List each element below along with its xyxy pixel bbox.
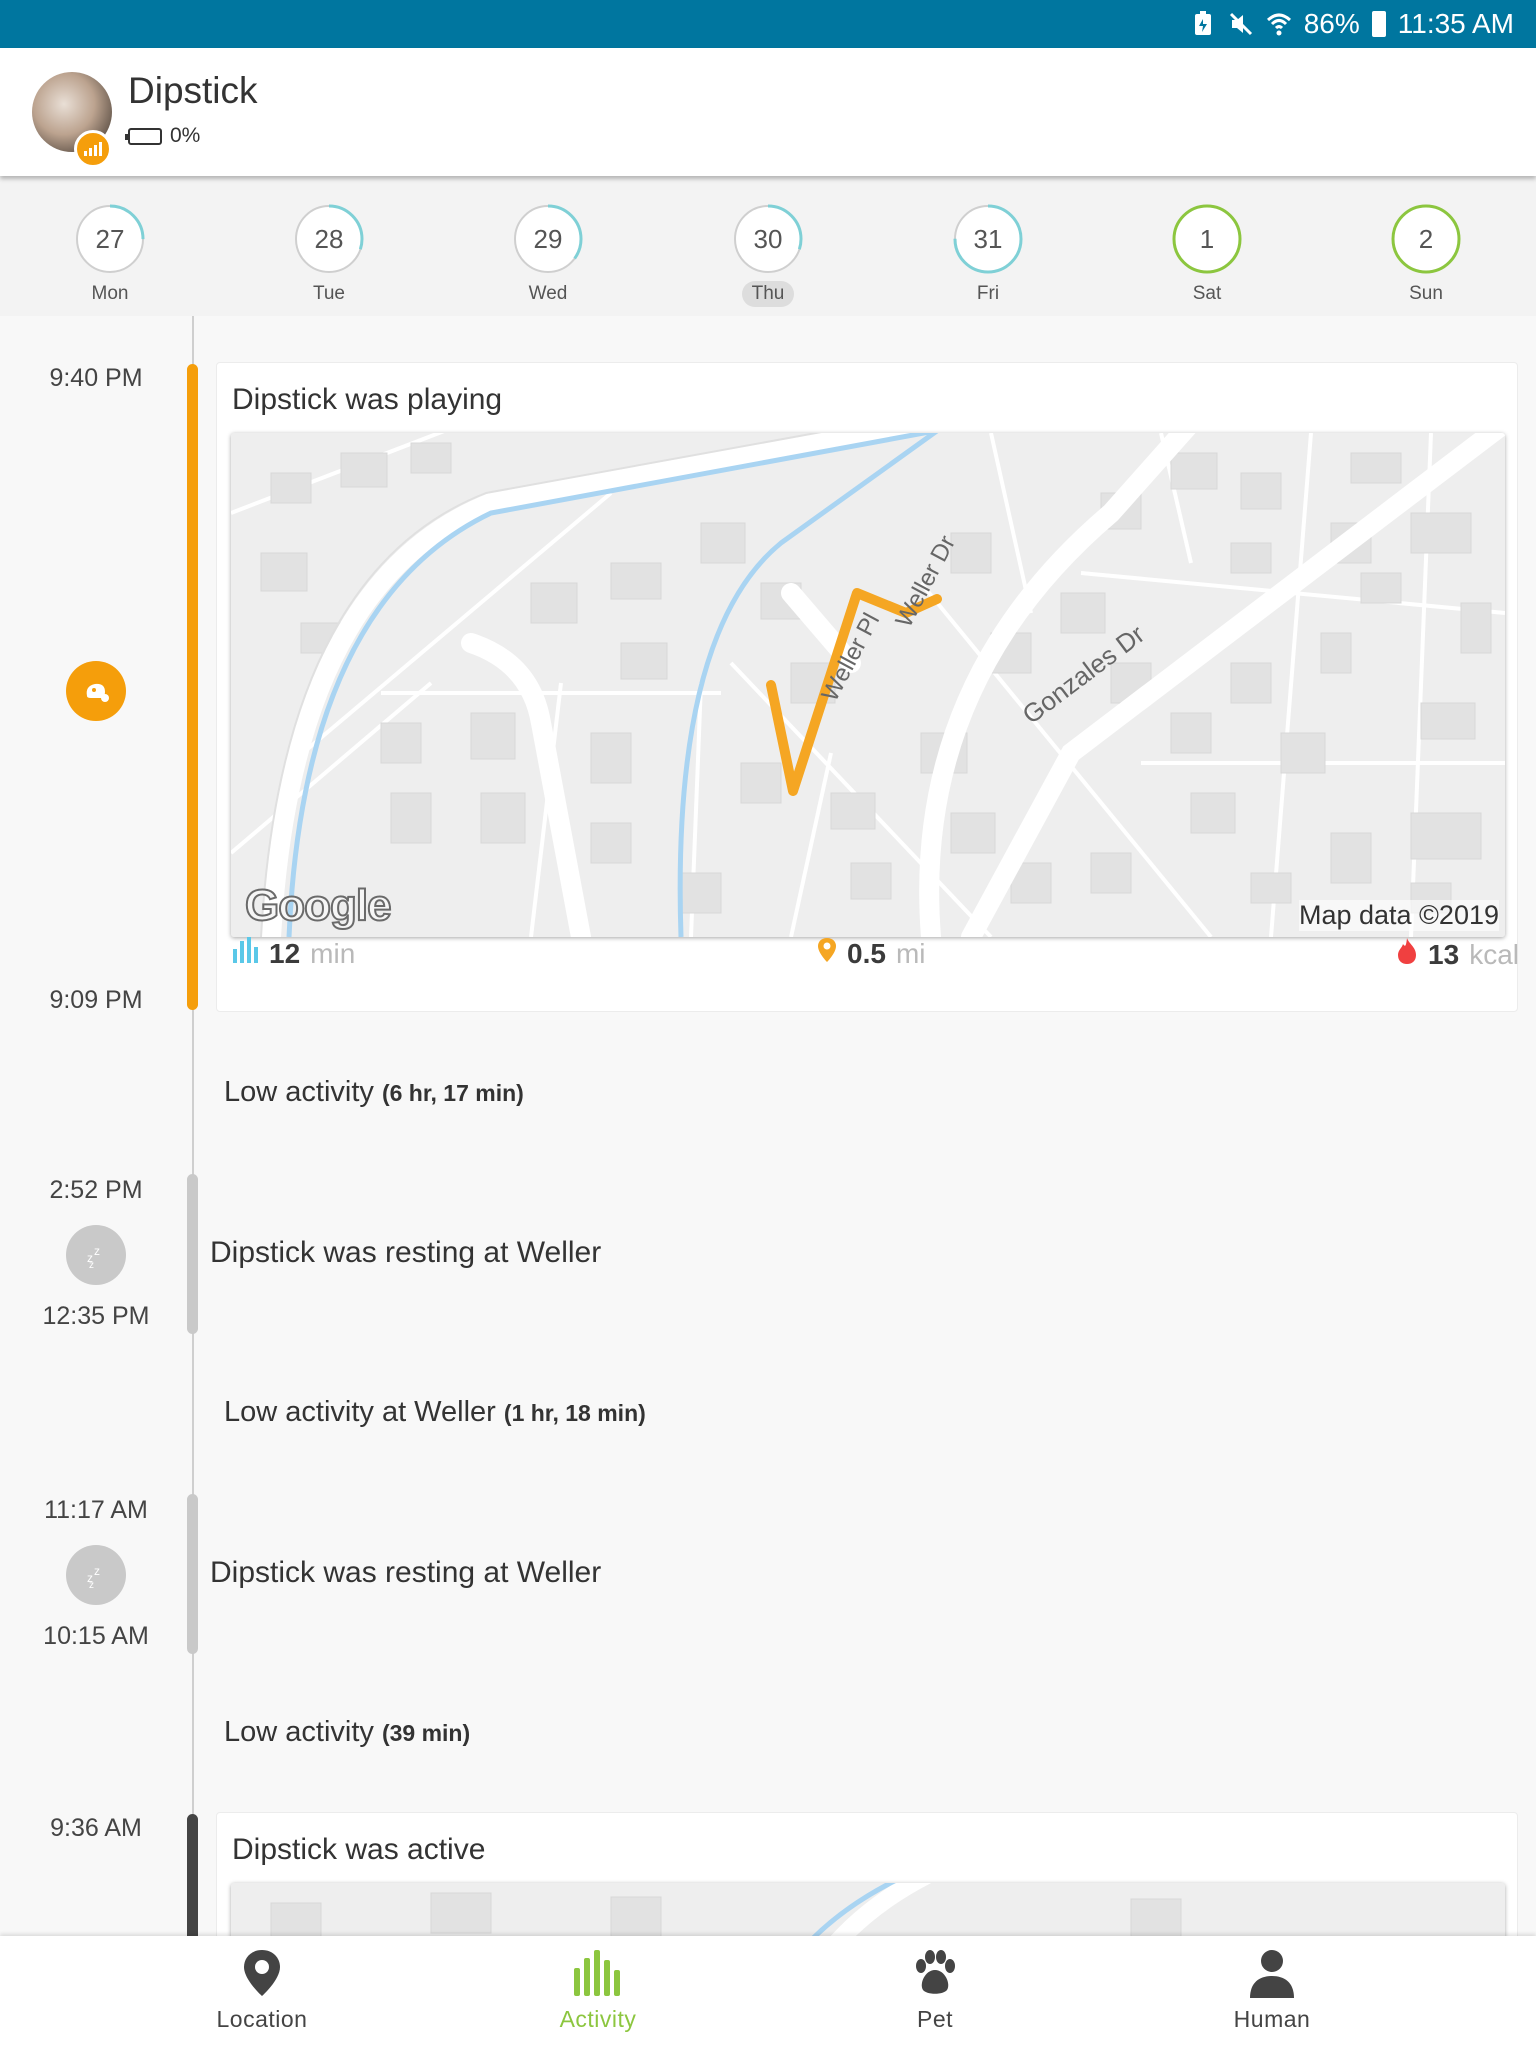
event-title: Dipstick was active [232, 1833, 486, 1866]
event-end-time: 12:35 PM [42, 1302, 150, 1330]
low-activity-label: Low activity at Weller [224, 1396, 496, 1428]
day-progress-ring: 27 [74, 203, 146, 275]
event-title: Dipstick was playing [232, 383, 503, 416]
calories-stat: 13 kcal [1396, 937, 1519, 972]
flame-icon [1396, 937, 1418, 972]
location-pin-icon [817, 937, 837, 970]
wifi-icon [1266, 11, 1292, 37]
duration-unit: min [310, 937, 356, 969]
distance-stat: 0.5 mi [817, 937, 925, 970]
resting-event-title[interactable]: Dipstick was resting at Weller [210, 1556, 601, 1590]
event-end-time: 10:15 AM [43, 1622, 149, 1650]
day-progress-ring: 28 [293, 203, 365, 275]
status-bar: 86% 11:35 AM [0, 0, 1536, 48]
tracker-battery: 0% [125, 124, 201, 148]
duration-value: 12 [269, 937, 301, 969]
svg-text:z: z [89, 1580, 94, 1590]
day-label: Sun [1409, 283, 1443, 304]
low-activity-item[interactable]: Low activity at Weller (1 hr, 18 min) [224, 1396, 646, 1429]
nav-location[interactable]: Location [162, 1946, 362, 2033]
low-activity-item[interactable]: Low activity (6 hr, 17 min) [224, 1076, 524, 1109]
nav-label: Location [216, 2006, 308, 2032]
event-end-time: 9:09 PM [49, 986, 143, 1014]
day-thu[interactable]: 30 Thu [708, 203, 828, 307]
active-card[interactable]: Dipstick was active [216, 1812, 1518, 1936]
day-progress-ring: 1 [1171, 203, 1243, 275]
day-sun[interactable]: 2 Sun [1366, 203, 1486, 307]
pet-header[interactable]: Dipstick 0% [0, 48, 1536, 176]
day-label: Tue [312, 283, 346, 304]
resting-event-title[interactable]: Dipstick was resting at Weller [210, 1236, 601, 1270]
nav-pet[interactable]: Pet [835, 1946, 1035, 2033]
day-tue[interactable]: 28 Tue [269, 203, 389, 307]
low-activity-label: Low activity [224, 1076, 374, 1108]
bottom-nav: Location Activity Pet Human [0, 1936, 1536, 2048]
tracker-battery-percent: 0% [170, 124, 201, 147]
battery-icon [1371, 11, 1386, 37]
activity-stats: 12 min 0.5 mi 13 kcal [217, 937, 1519, 981]
day-wed[interactable]: 29 Wed [488, 203, 608, 307]
low-activity-duration: (6 hr, 17 min) [381, 1080, 524, 1106]
calories-unit: kcal [1469, 938, 1519, 970]
route-map[interactable]: Weller Pl Weller Dr Gonzales Dr Google M… [231, 433, 1505, 937]
nav-human[interactable]: Human [1172, 1946, 1372, 2033]
activity-timeline[interactable]: 9:40 PM 9:09 PM Dipstick was playing Wel… [0, 316, 1536, 1936]
person-icon [1172, 1946, 1372, 2000]
route-map-preview[interactable] [231, 1883, 1505, 1936]
day-progress-ring: 31 [952, 203, 1024, 275]
calories-value: 13 [1428, 938, 1460, 970]
map-credit: Map data ©2019 [1298, 900, 1499, 931]
paw-icon [835, 1946, 1035, 2000]
signal-badge-icon [74, 130, 112, 168]
distance-value: 0.5 [847, 937, 886, 969]
playing-card[interactable]: Dipstick was playing Weller Pl Weller Dr… [216, 362, 1519, 1012]
event-start-time: 9:36 AM [50, 1814, 142, 1842]
mute-icon [1228, 11, 1254, 37]
sleep-icon: zzz [66, 1225, 126, 1285]
day-progress-ring: 30 [732, 203, 804, 275]
nav-label: Human [1233, 2006, 1311, 2032]
sleep-icon: zzz [66, 1545, 126, 1605]
event-start-time: 11:17 AM [44, 1496, 148, 1524]
battery-saver-icon [1190, 11, 1216, 37]
low-activity-item[interactable]: Low activity (39 min) [224, 1716, 470, 1749]
day-label: Mon [91, 283, 129, 304]
low-activity-label: Low activity [224, 1716, 374, 1748]
battery-empty-icon [125, 127, 162, 145]
playing-segment [187, 364, 198, 1010]
location-pin-icon [162, 1946, 362, 2000]
day-label: Sat [1192, 283, 1222, 304]
activity-bars-icon [231, 937, 259, 970]
google-logo: Google [244, 880, 393, 931]
day-label-selected: Thu [741, 281, 795, 307]
distance-unit: mi [895, 937, 926, 969]
day-fri[interactable]: 31 Fri [928, 203, 1048, 307]
low-activity-duration: (1 hr, 18 min) [503, 1400, 646, 1426]
playing-icon [66, 661, 126, 721]
day-label: Wed [528, 283, 568, 304]
clock: 11:35 AM [1397, 8, 1514, 39]
nav-activity[interactable]: Activity [498, 1946, 698, 2033]
duration-stat: 12 min [231, 937, 355, 970]
day-label: Fri [976, 283, 1000, 304]
event-start-time: 9:40 PM [49, 364, 143, 392]
activity-bars-icon [498, 1946, 698, 2000]
week-strip: 27 Mon 28 Tue 29 Wed 30 Thu 31 Fri 1 Sat… [0, 176, 1536, 316]
day-mon[interactable]: 27 Mon [50, 203, 170, 307]
day-progress-ring: 29 [512, 203, 584, 275]
day-sat[interactable]: 1 Sat [1147, 203, 1267, 307]
nav-label: Activity [559, 2006, 637, 2032]
svg-text:z: z [94, 1244, 100, 1258]
low-activity-duration: (39 min) [381, 1720, 471, 1746]
nav-label: Pet [916, 2006, 954, 2032]
svg-text:z: z [89, 1260, 94, 1270]
svg-text:z: z [94, 1564, 100, 1578]
day-progress-ring: 2 [1390, 203, 1462, 275]
pet-name: Dipstick [128, 70, 258, 111]
event-start-time: 2:52 PM [49, 1176, 143, 1204]
battery-percent: 86% [1303, 8, 1360, 39]
